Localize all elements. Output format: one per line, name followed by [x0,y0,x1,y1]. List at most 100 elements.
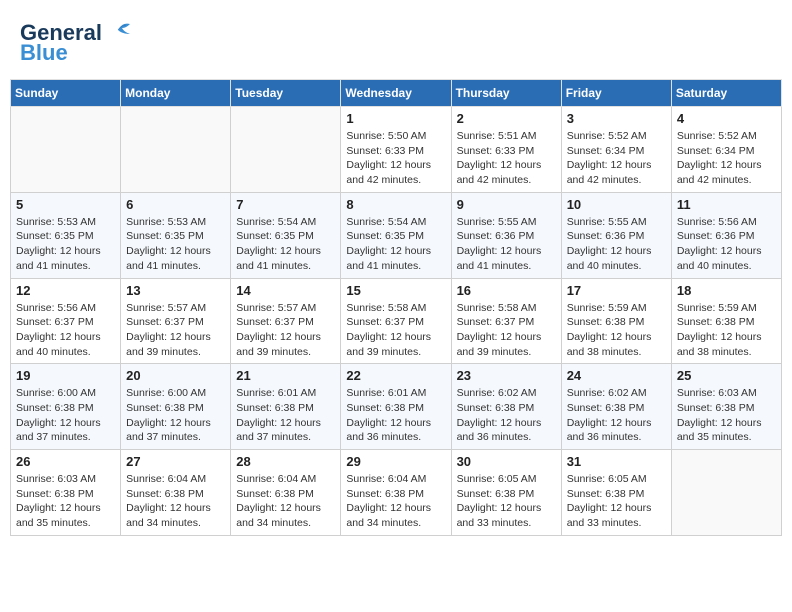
calendar-header-row: SundayMondayTuesdayWednesdayThursdayFrid… [11,80,782,107]
calendar-cell: 11 Sunrise: 5:56 AM Sunset: 6:36 PM Dayli… [671,192,781,278]
day-number: 22 [346,368,445,383]
calendar-cell: 5Sunrise: 5:53 AM Sunset: 6:35 PM Daylig… [11,192,121,278]
day-number: 2 [457,111,556,126]
day-info: Sunrise: 5:52 AM Sunset: 6:34 PM Dayligh… [677,129,776,188]
day-info: Sunrise: 5:56 AM Sunset: 6:36 PM Dayligh… [677,215,776,274]
day-number: 17 [567,283,666,298]
day-info: Sunrise: 6:00 AM Sunset: 6:38 PM Dayligh… [16,386,115,445]
day-info: Sunrise: 5:53 AM Sunset: 6:35 PM Dayligh… [126,215,225,274]
calendar-week-row: 26 Sunrise: 6:03 AM Sunset: 6:38 PM Dayli… [11,450,782,536]
day-number: 20 [126,368,225,383]
calendar-cell: 18 Sunrise: 5:59 AM Sunset: 6:38 PM Dayli… [671,278,781,364]
day-info: Sunrise: 5:54 AM Sunset: 6:35 PM Dayligh… [346,215,445,274]
day-number: 8 [346,197,445,212]
calendar-cell: 10 Sunrise: 5:55 AM Sunset: 6:36 PM Dayli… [561,192,671,278]
day-number: 19 [16,368,115,383]
calendar-cell: 9 Sunrise: 5:55 AM Sunset: 6:36 PM Daylig… [451,192,561,278]
day-number: 21 [236,368,335,383]
calendar-cell: 31 Sunrise: 6:05 AM Sunset: 6:38 PM Dayli… [561,450,671,536]
calendar-body: 1 Sunrise: 5:50 AM Sunset: 6:33 PM Daylig… [11,107,782,536]
day-number: 12 [16,283,115,298]
calendar-cell: 25Sunrise: 6:03 AM Sunset: 6:38 PM Dayli… [671,364,781,450]
day-info: Sunrise: 5:51 AM Sunset: 6:33 PM Dayligh… [457,129,556,188]
calendar-cell [231,107,341,193]
calendar-cell: 14 Sunrise: 5:57 AM Sunset: 6:37 PM Dayli… [231,278,341,364]
calendar-cell: 8 Sunrise: 5:54 AM Sunset: 6:35 PM Daylig… [341,192,451,278]
day-number: 23 [457,368,556,383]
day-number: 10 [567,197,666,212]
day-number: 3 [567,111,666,126]
day-info: Sunrise: 6:03 AM Sunset: 6:38 PM Dayligh… [677,386,776,445]
day-number: 13 [126,283,225,298]
calendar-cell: 21Sunrise: 6:01 AM Sunset: 6:38 PM Dayli… [231,364,341,450]
day-info: Sunrise: 5:56 AM Sunset: 6:37 PM Dayligh… [16,301,115,360]
day-info: Sunrise: 6:01 AM Sunset: 6:38 PM Dayligh… [346,386,445,445]
day-info: Sunrise: 6:05 AM Sunset: 6:38 PM Dayligh… [567,472,666,531]
day-number: 4 [677,111,776,126]
day-number: 16 [457,283,556,298]
header: General Blue [10,10,782,71]
day-info: Sunrise: 5:58 AM Sunset: 6:37 PM Dayligh… [457,301,556,360]
calendar-cell [121,107,231,193]
calendar-cell: 2 Sunrise: 5:51 AM Sunset: 6:33 PM Daylig… [451,107,561,193]
day-info: Sunrise: 5:53 AM Sunset: 6:35 PM Dayligh… [16,215,115,274]
day-info: Sunrise: 6:03 AM Sunset: 6:38 PM Dayligh… [16,472,115,531]
calendar-week-row: 19 Sunrise: 6:00 AM Sunset: 6:38 PM Dayli… [11,364,782,450]
day-info: Sunrise: 6:05 AM Sunset: 6:38 PM Dayligh… [457,472,556,531]
day-number: 29 [346,454,445,469]
day-number: 15 [346,283,445,298]
calendar-cell: 30 Sunrise: 6:05 AM Sunset: 6:38 PM Dayli… [451,450,561,536]
calendar-cell: 20 Sunrise: 6:00 AM Sunset: 6:38 PM Dayli… [121,364,231,450]
calendar-cell: 29 Sunrise: 6:04 AM Sunset: 6:38 PM Dayli… [341,450,451,536]
day-info: Sunrise: 6:02 AM Sunset: 6:38 PM Dayligh… [457,386,556,445]
day-info: Sunrise: 6:02 AM Sunset: 6:38 PM Dayligh… [567,386,666,445]
weekday-header: Monday [121,80,231,107]
weekday-header: Sunday [11,80,121,107]
day-info: Sunrise: 5:55 AM Sunset: 6:36 PM Dayligh… [457,215,556,274]
day-number: 18 [677,283,776,298]
calendar-week-row: 5Sunrise: 5:53 AM Sunset: 6:35 PM Daylig… [11,192,782,278]
calendar-cell: 27 Sunrise: 6:04 AM Sunset: 6:38 PM Dayli… [121,450,231,536]
day-info: Sunrise: 6:00 AM Sunset: 6:38 PM Dayligh… [126,386,225,445]
day-number: 30 [457,454,556,469]
calendar-cell: 4 Sunrise: 5:52 AM Sunset: 6:34 PM Daylig… [671,107,781,193]
day-info: Sunrise: 5:54 AM Sunset: 6:35 PM Dayligh… [236,215,335,274]
day-info: Sunrise: 5:50 AM Sunset: 6:33 PM Dayligh… [346,129,445,188]
day-info: Sunrise: 5:57 AM Sunset: 6:37 PM Dayligh… [236,301,335,360]
day-info: Sunrise: 6:04 AM Sunset: 6:38 PM Dayligh… [346,472,445,531]
day-number: 26 [16,454,115,469]
calendar-cell [671,450,781,536]
day-number: 14 [236,283,335,298]
day-number: 6 [126,197,225,212]
day-info: Sunrise: 5:59 AM Sunset: 6:38 PM Dayligh… [567,301,666,360]
calendar-cell: 17 Sunrise: 5:59 AM Sunset: 6:38 PM Dayli… [561,278,671,364]
day-number: 11 [677,197,776,212]
day-number: 1 [346,111,445,126]
day-info: Sunrise: 5:59 AM Sunset: 6:38 PM Dayligh… [677,301,776,360]
weekday-header: Tuesday [231,80,341,107]
day-info: Sunrise: 6:04 AM Sunset: 6:38 PM Dayligh… [236,472,335,531]
day-info: Sunrise: 6:04 AM Sunset: 6:38 PM Dayligh… [126,472,225,531]
day-info: Sunrise: 5:58 AM Sunset: 6:37 PM Dayligh… [346,301,445,360]
day-number: 7 [236,197,335,212]
calendar-cell: 1 Sunrise: 5:50 AM Sunset: 6:33 PM Daylig… [341,107,451,193]
calendar-cell: 24 Sunrise: 6:02 AM Sunset: 6:38 PM Dayli… [561,364,671,450]
day-number: 24 [567,368,666,383]
calendar-table: SundayMondayTuesdayWednesdayThursdayFrid… [10,79,782,536]
day-number: 27 [126,454,225,469]
logo: General Blue [20,20,132,66]
day-number: 9 [457,197,556,212]
weekday-header: Wednesday [341,80,451,107]
calendar-cell: 13Sunrise: 5:57 AM Sunset: 6:37 PM Dayli… [121,278,231,364]
day-info: Sunrise: 5:52 AM Sunset: 6:34 PM Dayligh… [567,129,666,188]
weekday-header: Friday [561,80,671,107]
day-info: Sunrise: 5:55 AM Sunset: 6:36 PM Dayligh… [567,215,666,274]
calendar-cell: 15 Sunrise: 5:58 AM Sunset: 6:37 PM Dayli… [341,278,451,364]
calendar-cell: 26 Sunrise: 6:03 AM Sunset: 6:38 PM Dayli… [11,450,121,536]
calendar-cell: 12 Sunrise: 5:56 AM Sunset: 6:37 PM Dayli… [11,278,121,364]
calendar-week-row: 12 Sunrise: 5:56 AM Sunset: 6:37 PM Dayli… [11,278,782,364]
calendar-week-row: 1 Sunrise: 5:50 AM Sunset: 6:33 PM Daylig… [11,107,782,193]
calendar-cell: 3 Sunrise: 5:52 AM Sunset: 6:34 PM Daylig… [561,107,671,193]
day-number: 31 [567,454,666,469]
day-number: 28 [236,454,335,469]
